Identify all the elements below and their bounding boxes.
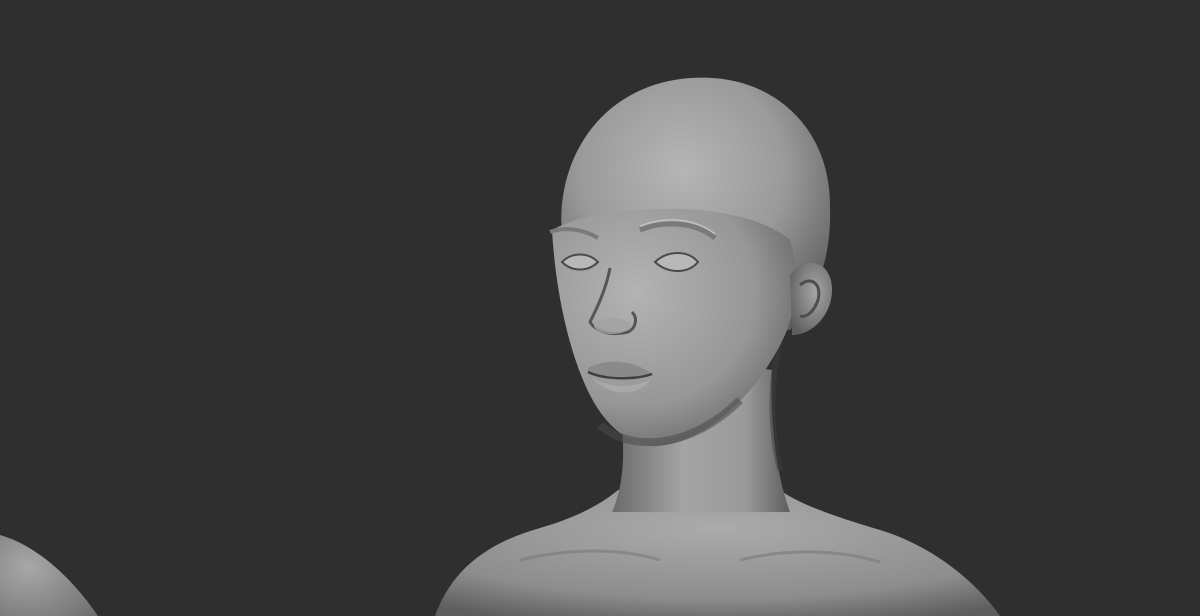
sculpt-viewport[interactable]	[0, 0, 1200, 616]
model-head	[549, 77, 832, 447]
viewport-canvas	[0, 77, 1000, 616]
right-eye	[560, 253, 600, 271]
ear	[790, 263, 832, 335]
second-model-shoulder	[0, 535, 98, 616]
